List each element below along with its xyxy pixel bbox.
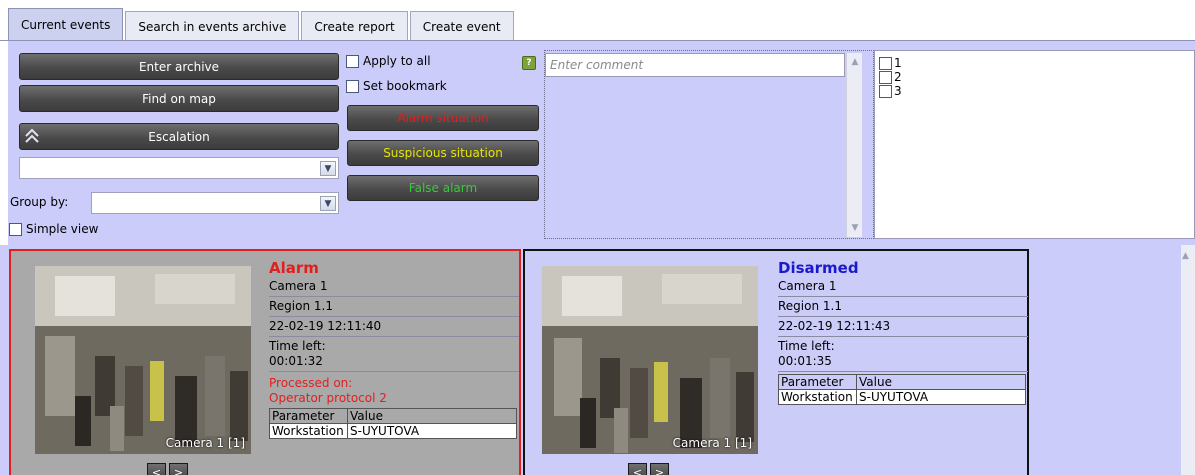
event-region: Region 1.1: [269, 297, 519, 317]
time-left-value: 00:01:35: [778, 354, 832, 368]
list-item[interactable]: 1: [879, 56, 902, 70]
table-row: Workstation S-UYUTOVA: [269, 423, 517, 439]
operator-protocol: Operator protocol 2: [269, 391, 387, 405]
checkbox-box[interactable]: [879, 84, 892, 98]
value-cell: S-UYUTOVA: [347, 423, 517, 439]
apply-to-all-label: Apply to all: [363, 54, 431, 68]
camera-label: Camera 1 [1]: [672, 436, 752, 450]
parameters-table: Parameter Value Workstation S-UYUTOVA: [778, 374, 1026, 405]
list-box: 1 2 3: [874, 50, 1195, 239]
table-header-row: Parameter Value: [269, 408, 517, 424]
checkbox-box[interactable]: [9, 222, 22, 236]
processed-block: Processed on: Operator protocol 2: [269, 372, 519, 406]
event-info: Disarmed Camera 1 Region 1.1 22-02-19 12…: [778, 260, 1028, 405]
list-item-label: 1: [894, 56, 902, 70]
escalation-label: Escalation: [148, 129, 210, 144]
event-camera: Camera 1: [269, 277, 519, 297]
event-status: Disarmed: [778, 259, 859, 277]
event-datetime: 22-02-19 12:11:40: [269, 317, 519, 337]
thumbnail-nav: < >: [628, 463, 669, 475]
event-datetime: 22-02-19 12:11:43: [778, 317, 1028, 337]
comment-scrollbar[interactable]: ▲ ▼: [846, 53, 862, 237]
checkbox-box[interactable]: [346, 79, 359, 93]
events-scrollbar[interactable]: ▲: [1181, 245, 1195, 475]
chevron-up-icon[interactable]: ▲: [1182, 251, 1189, 261]
camera-frame-image: [542, 266, 758, 454]
event-card-disarmed[interactable]: Camera 1 [1] < > Disarmed Camera 1 Regio…: [523, 249, 1029, 475]
parameters-table: Parameter Value Workstation S-UYUTOVA: [269, 408, 517, 439]
find-on-map-button[interactable]: Find on map: [19, 85, 339, 112]
comment-area: [544, 50, 874, 239]
control-panel: Enter archive Find on map Escalation ▼ G…: [8, 41, 1195, 245]
apply-to-all-checkbox[interactable]: Apply to all: [346, 54, 431, 68]
chevron-up-icon[interactable]: ▲: [848, 55, 862, 69]
parameter-cell: Workstation: [778, 389, 857, 405]
simple-view-checkbox[interactable]: Simple view: [9, 222, 98, 236]
set-bookmark-checkbox[interactable]: Set bookmark: [346, 79, 447, 93]
comment-input[interactable]: Enter comment: [545, 53, 845, 77]
event-region: Region 1.1: [778, 297, 1028, 317]
enter-archive-button[interactable]: Enter archive: [19, 53, 339, 80]
camera-frame-image: [35, 266, 251, 454]
next-button[interactable]: >: [169, 463, 188, 475]
thumbnail-nav: < >: [147, 463, 188, 475]
time-left-block: Time left: 00:01:35: [778, 337, 1028, 372]
parameter-cell: Workstation: [269, 423, 348, 439]
help-icon[interactable]: ?: [522, 56, 536, 70]
list-item-label: 2: [894, 70, 902, 84]
events-area: ▲ Camera 1 [1] < > Alarm Camera 1 Region…: [0, 245, 1195, 475]
chevron-down-icon: ▼: [320, 161, 336, 176]
camera-label: Camera 1 [1]: [165, 436, 245, 450]
table-row: Workstation S-UYUTOVA: [778, 389, 1026, 405]
tab-search-archive[interactable]: Search in events archive: [125, 11, 300, 41]
escalation-select[interactable]: ▼: [19, 157, 339, 179]
tab-create-event[interactable]: Create event: [409, 11, 514, 41]
checkbox-box[interactable]: [879, 56, 892, 70]
list-item-label: 3: [894, 84, 902, 98]
value-header: Value: [856, 374, 1026, 390]
prev-button[interactable]: <: [147, 463, 166, 475]
event-info: Alarm Camera 1 Region 1.1 22-02-19 12:11…: [269, 260, 519, 439]
chevron-down-icon[interactable]: ▼: [848, 221, 862, 235]
double-chevron-up-icon: [25, 128, 39, 144]
camera-thumbnail[interactable]: Camera 1 [1]: [542, 266, 758, 454]
value-cell: S-UYUTOVA: [856, 389, 1026, 405]
prev-button[interactable]: <: [628, 463, 647, 475]
time-left-label: Time left:: [269, 339, 326, 353]
suspicious-situation-button[interactable]: Suspicious situation: [347, 140, 539, 166]
tab-create-report[interactable]: Create report: [301, 11, 408, 41]
camera-thumbnail[interactable]: Camera 1 [1]: [35, 266, 251, 454]
false-alarm-button[interactable]: False alarm: [347, 175, 539, 201]
escalation-button[interactable]: Escalation: [19, 123, 339, 150]
group-by-select[interactable]: ▼: [91, 192, 339, 214]
simple-view-label: Simple view: [26, 222, 99, 236]
tab-strip: Current events Search in events archive …: [8, 8, 516, 41]
list-item[interactable]: 2: [879, 70, 902, 84]
time-left-value: 00:01:32: [269, 354, 323, 368]
tab-bar: Current events Search in events archive …: [0, 0, 1195, 41]
set-bookmark-label: Set bookmark: [363, 79, 447, 93]
event-camera: Camera 1: [778, 277, 1028, 297]
processed-on-label: Processed on:: [269, 376, 353, 390]
table-header-row: Parameter Value: [778, 374, 1026, 390]
parameter-header: Parameter: [269, 408, 348, 424]
parameter-header: Parameter: [778, 374, 857, 390]
alarm-situation-button[interactable]: Alarm situation: [347, 105, 539, 131]
list-item[interactable]: 3: [879, 84, 902, 98]
event-card-alarm[interactable]: Camera 1 [1] < > Alarm Camera 1 Region 1…: [9, 249, 521, 475]
checkbox-box[interactable]: [879, 70, 892, 84]
chevron-down-icon: ▼: [320, 196, 336, 211]
time-left-label: Time left:: [778, 339, 835, 353]
value-header: Value: [347, 408, 517, 424]
time-left-block: Time left: 00:01:32: [269, 337, 519, 372]
next-button[interactable]: >: [650, 463, 669, 475]
tab-current-events[interactable]: Current events: [8, 8, 124, 41]
event-status: Alarm: [269, 259, 319, 277]
checkbox-box[interactable]: [346, 54, 359, 68]
group-by-label: Group by:: [10, 195, 69, 209]
